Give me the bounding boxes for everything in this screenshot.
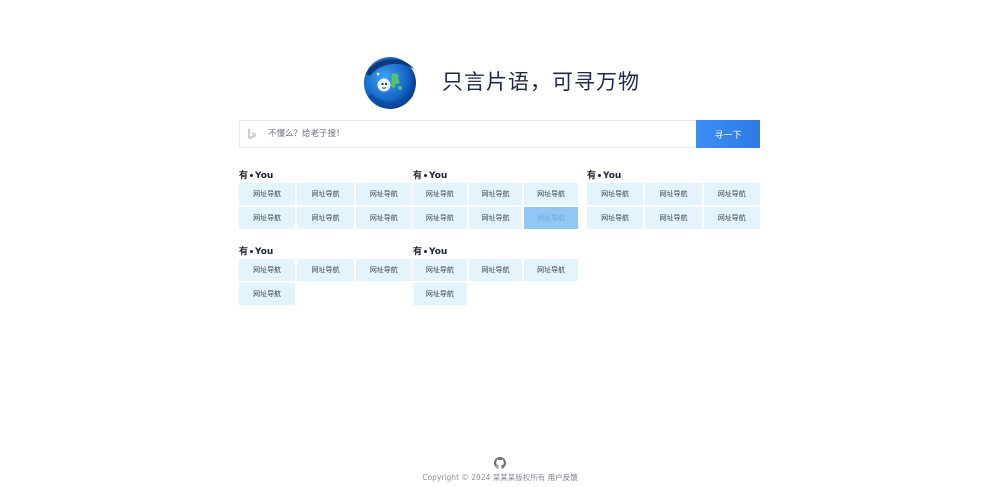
nav-link[interactable]: 网址导航 — [468, 259, 523, 281]
search-bar: 寻一下 — [239, 120, 760, 148]
group-title: 有 You — [413, 170, 578, 182]
group-title-suffix: You — [429, 247, 448, 257]
nav-link[interactable]: 网址导航 — [355, 259, 412, 281]
group-title-prefix: 有 — [239, 171, 249, 181]
group-title: 有 You — [239, 170, 412, 182]
nav-link[interactable]: 网址导航 — [297, 183, 354, 205]
nav-link[interactable]: 网址导航 — [524, 183, 578, 205]
nav-link[interactable]: 网址导航 — [587, 183, 644, 205]
nav-link[interactable]: 网址导航 — [413, 283, 467, 305]
link-group: 有 You 网址导航 网址导航 网址导航 网址导航 网址导航 网址导航 — [413, 170, 578, 229]
nav-link[interactable]: 网址导航 — [239, 207, 296, 229]
search-button[interactable]: 寻一下 — [696, 120, 760, 148]
footer: Copyright © 2024 某某某版权所有 用户反馈 — [0, 472, 1000, 483]
group-title-prefix: 有 — [239, 247, 249, 257]
link-grid: 网址导航 网址导航 网址导航 网址导航 网址导航 网址导航 — [587, 183, 760, 229]
link-group: 有 You 网址导航 网址导航 网址导航 网址导航 网址导航 网址导航 — [587, 170, 760, 229]
group-title: 有 You — [413, 246, 578, 258]
link-group: 有 You 网址导航 网址导航 网址导航 网址导航 — [239, 246, 412, 305]
link-grid: 网址导航 网址导航 网址导航 网址导航 网址导航 网址导航 — [413, 183, 578, 229]
github-icon[interactable] — [494, 454, 506, 469]
dot-icon — [598, 174, 602, 177]
nav-link[interactable]: 网址导航 — [413, 207, 467, 229]
link-grid: 网址导航 网址导航 网址导航 网址导航 — [239, 259, 412, 305]
nav-link[interactable]: 网址导航 — [645, 183, 702, 205]
nav-link[interactable]: 网址导航 — [355, 183, 412, 205]
slogan: 只言片语，可寻万物 — [442, 69, 640, 94]
home-page: 只言片语，可寻万物 寻一下 有 You 网址导航 网址导航 网址导航 网址导航 网… — [0, 0, 1000, 487]
feedback-link[interactable]: 用户反馈 — [548, 473, 578, 482]
link-grid: 网址导航 网址导航 网址导航 网址导航 — [413, 259, 578, 305]
nav-link-hovered[interactable]: 网址导航 — [524, 207, 578, 229]
link-group: 有 You 网址导航 网址导航 网址导航 网址导航 — [413, 246, 578, 305]
nav-link[interactable]: 网址导航 — [355, 207, 412, 229]
dot-icon — [424, 250, 428, 253]
dot-icon — [250, 250, 254, 253]
group-title-suffix: You — [429, 171, 448, 181]
group-title: 有 You — [587, 170, 760, 182]
nav-link[interactable]: 网址导航 — [645, 207, 702, 229]
bing-icon[interactable] — [240, 121, 264, 147]
search-input[interactable] — [264, 121, 696, 147]
dot-icon — [250, 174, 254, 177]
dot-icon — [424, 174, 428, 177]
group-title-prefix: 有 — [413, 247, 423, 257]
group-title-suffix: You — [255, 171, 274, 181]
nav-link[interactable]: 网址导航 — [524, 259, 578, 281]
copyright-text: Copyright © 2024 某某某版权所有 — [422, 473, 546, 482]
nav-link[interactable]: 网址导航 — [297, 259, 354, 281]
nav-link[interactable]: 网址导航 — [587, 207, 644, 229]
group-title-suffix: You — [603, 171, 622, 181]
group-title-prefix: 有 — [413, 171, 423, 181]
nav-link[interactable]: 网址导航 — [413, 183, 467, 205]
link-grid: 网址导航 网址导航 网址导航 网址导航 网址导航 网址导航 — [239, 183, 412, 229]
nav-link[interactable]: 网址导航 — [297, 207, 354, 229]
group-title-prefix: 有 — [587, 171, 597, 181]
nav-link[interactable]: 网址导航 — [413, 259, 467, 281]
logo-icon — [360, 52, 420, 112]
nav-link[interactable]: 网址导航 — [239, 259, 296, 281]
nav-link[interactable]: 网址导航 — [703, 183, 760, 205]
nav-link[interactable]: 网址导航 — [703, 207, 760, 229]
nav-link[interactable]: 网址导航 — [468, 183, 523, 205]
group-title-suffix: You — [255, 247, 274, 257]
nav-link[interactable]: 网址导航 — [239, 283, 296, 305]
hero: 只言片语，可寻万物 — [0, 50, 1000, 114]
nav-link[interactable]: 网址导航 — [468, 207, 523, 229]
group-title: 有 You — [239, 246, 412, 258]
link-group: 有 You 网址导航 网址导航 网址导航 网址导航 网址导航 网址导航 — [239, 170, 412, 229]
nav-link[interactable]: 网址导航 — [239, 183, 296, 205]
